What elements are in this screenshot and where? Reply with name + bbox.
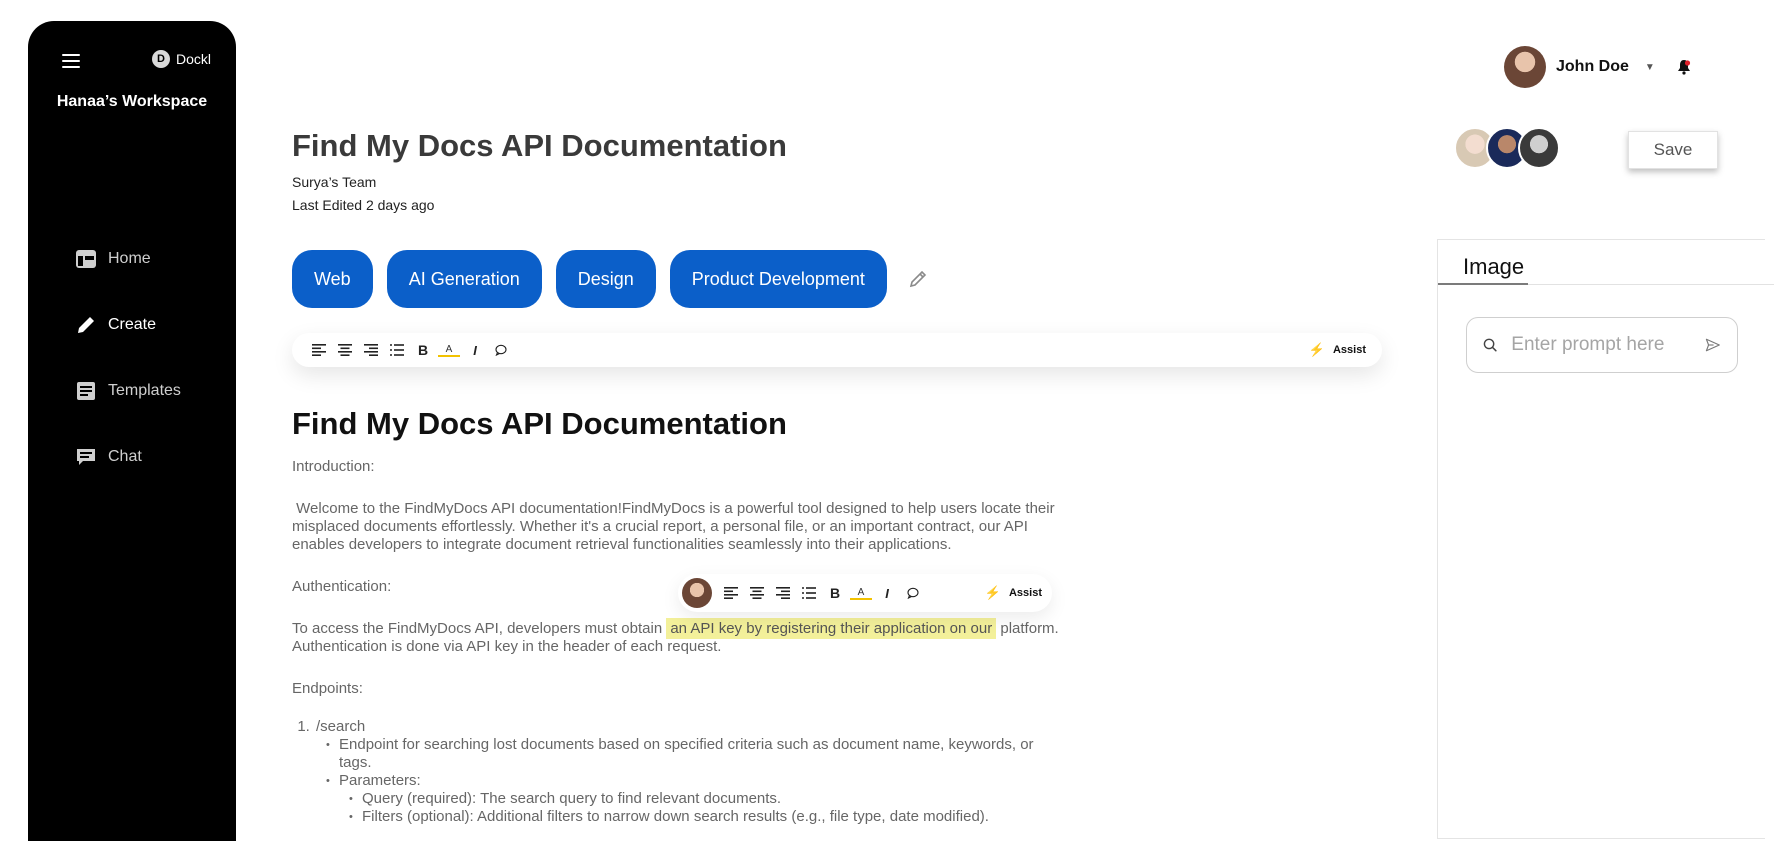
bullet-list-icon[interactable] [798,582,820,604]
team-name: Surya’s Team [292,174,377,190]
inline-formatting-toolbar: B A I ⚡ Assist [678,574,1052,612]
sidebar-item-create[interactable]: Create [76,292,181,358]
active-tab-indicator [1438,283,1528,285]
comment-icon[interactable] [902,582,924,604]
align-center-icon[interactable] [746,582,768,604]
tag-web[interactable]: Web [292,250,373,308]
hamburger-menu-icon[interactable] [62,54,80,68]
lightning-icon: ⚡ [984,585,1001,600]
italic-icon[interactable]: I [464,339,486,361]
endpoint-list: /search Endpoint for searching lost docu… [314,718,1062,826]
align-right-icon[interactable] [360,339,382,361]
tag-product-development[interactable]: Product Development [669,250,887,308]
endpoints-label: Endpoints: [292,680,363,697]
sidebar-nav: Home Create Templates Chat [76,226,181,490]
brand-logo-icon: D [152,50,170,68]
params-list: Query (required): The search query to fi… [349,790,1062,826]
highlighted-text[interactable]: an API key by registering their applicat… [666,618,997,639]
templates-icon [76,381,96,401]
align-left-icon[interactable] [308,339,330,361]
intro-text: Welcome to the FindMyDocs API documentat… [292,500,1059,553]
comment-icon[interactable] [490,339,512,361]
tag-list: Web AI Generation Design Product Develop… [292,250,929,308]
align-right-icon[interactable] [772,582,794,604]
bullet-list-icon[interactable] [386,339,408,361]
user-menu[interactable]: John Doe ▼ [1504,46,1691,88]
bold-icon[interactable]: B [412,339,434,361]
intro-label: Introduction: [292,458,375,475]
sidebar-item-label: Home [108,250,151,267]
collaborators [1454,127,1560,169]
align-left-icon[interactable] [720,582,742,604]
sidebar-item-templates[interactable]: Templates [76,358,181,424]
page-title: Find My Docs API Documentation [292,128,787,163]
list-item: Endpoint for searching lost documents ba… [326,736,1062,772]
endpoint-path: /search [316,718,366,735]
text-color-icon[interactable]: A [438,343,460,357]
text-color-icon[interactable]: A [850,586,872,600]
avatar[interactable] [1504,46,1546,88]
document-heading: Find My Docs API Documentation [292,406,787,441]
sidebar: D Dockl Hanaa’s Workspace Home Create Te… [28,21,236,841]
side-panel: Image [1437,239,1774,839]
brand-name: Dockl [176,51,212,67]
auth-text-before: To access the FindMyDocs API, developers… [292,620,667,637]
document-body[interactable]: Introduction: Welcome to the FindMyDocs … [292,458,1062,826]
sidebar-item-label: Create [108,316,157,333]
chevron-down-icon[interactable]: ▼ [1645,62,1655,73]
lightning-icon: ⚡ [1308,342,1325,357]
tag-ai-generation[interactable]: AI Generation [386,250,542,308]
sidebar-item-home[interactable]: Home [76,226,181,292]
assist-button[interactable]: ⚡ Assist [1309,342,1366,358]
workspace-name: Hanaa’s Workspace [56,93,208,110]
endpoint-details: Endpoint for searching lost documents ba… [326,736,1062,826]
list-item: Query (required): The search query to fi… [349,790,1062,808]
last-edited: Last Edited 2 days ago [292,197,435,213]
avatar [682,578,712,608]
assist-button[interactable]: ⚡ Assist [985,585,1042,601]
prompt-box [1466,317,1738,373]
save-button[interactable]: Save [1628,131,1718,169]
avatar[interactable] [1518,127,1560,169]
params-label: Parameters: [339,772,421,789]
tab-image[interactable]: Image [1463,254,1524,282]
auth-paragraph: To access the FindMyDocs API, developers… [292,618,1062,656]
sidebar-item-label: Chat [108,448,142,465]
assist-label: Assist [1332,344,1366,356]
list-item: Parameters: Query (required): The search… [326,772,1062,826]
assist-label: Assist [1008,587,1042,599]
italic-icon[interactable]: I [876,582,898,604]
home-icon [76,249,96,269]
brand[interactable]: D Dockl [152,50,211,68]
sidebar-item-label: Templates [108,382,181,399]
sidebar-item-chat[interactable]: Chat [76,424,181,490]
bold-icon[interactable]: B [824,582,846,604]
prompt-input[interactable] [1511,334,1692,356]
edit-pencil-icon[interactable] [907,268,929,290]
pencil-icon [76,315,96,335]
align-center-icon[interactable] [334,339,356,361]
tag-design[interactable]: Design [555,250,656,308]
search-icon [1483,338,1497,352]
list-item: Filters (optional): Additional filters t… [349,808,1062,826]
chat-icon [76,447,96,467]
formatting-toolbar: B A I ⚡ Assist [292,333,1382,367]
notification-bell-icon[interactable] [1677,59,1691,75]
user-name: John Doe [1556,58,1629,75]
send-icon[interactable] [1705,335,1721,355]
list-item: /search Endpoint for searching lost docu… [314,718,1062,826]
